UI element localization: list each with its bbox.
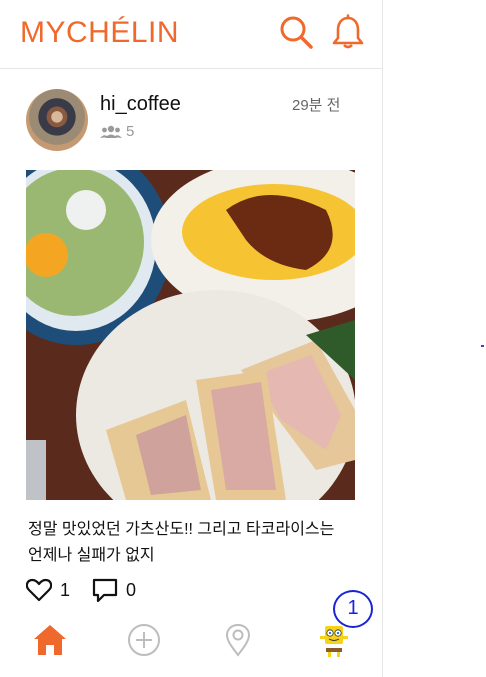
app-screen: MYCHÉLIN hi_coffee 5 29분 전 정말 맛있었던 가츠산도!… (0, 0, 383, 677)
profile-avatar[interactable] (316, 622, 352, 658)
caption-line-1: 정말 맛있었던 가츠산도!! 그리고 타코라이스는 (28, 521, 335, 538)
followers-count: 5 (100, 123, 134, 140)
comments-count: 0 (126, 579, 137, 600)
post-time: 29분 전 (292, 97, 341, 114)
post-card: hi_coffee 5 29분 전 정말 맛있었던 가츠산도!! 그리고 타코라… (0, 69, 382, 609)
comment-button[interactable]: 0 (92, 577, 136, 603)
caption-line-2: 언제나 실패가 없지 (28, 547, 155, 564)
group-icon (100, 125, 122, 138)
user-avatar[interactable] (26, 89, 88, 151)
home-icon[interactable] (32, 622, 68, 658)
annotation-marker: 1 (333, 590, 373, 628)
post-photo[interactable] (26, 170, 355, 500)
bell-icon[interactable] (330, 14, 366, 50)
brand-logo: MYCHÉLIN (20, 16, 180, 49)
map-pin-icon[interactable] (220, 622, 256, 658)
followers-number: 5 (126, 123, 135, 140)
post-caption: 정말 맛있었던 가츠산도!! 그리고 타코라이스는 언제나 실패가 없지 (28, 517, 368, 569)
app-header: MYCHÉLIN (0, 0, 382, 69)
comment-icon[interactable] (92, 577, 118, 603)
bottom-tab-bar (0, 610, 382, 677)
stray-mark (481, 345, 484, 347)
post-actions: 1 0 (26, 577, 148, 603)
heart-icon[interactable] (26, 578, 52, 602)
food-photo-illustration (26, 170, 355, 500)
like-button[interactable]: 1 (26, 578, 70, 602)
post-username[interactable]: hi_coffee (100, 93, 181, 116)
likes-count: 1 (60, 579, 71, 600)
add-icon[interactable] (126, 622, 162, 658)
search-icon[interactable] (278, 14, 314, 50)
